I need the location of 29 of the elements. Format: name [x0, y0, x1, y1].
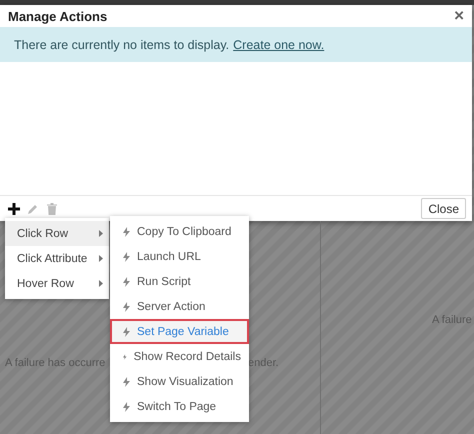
lightning-icon — [123, 326, 130, 336]
close-button[interactable]: Close — [421, 198, 466, 219]
caret-icon — [99, 255, 103, 262]
lightning-icon — [123, 302, 130, 312]
menu-item[interactable]: Run Script — [110, 269, 249, 294]
menu-item[interactable]: Launch URL — [110, 244, 249, 269]
close-icon[interactable]: × — [454, 6, 464, 26]
menu-item[interactable]: Show Record Details — [110, 344, 249, 369]
menu-item[interactable]: Copy To Clipboard — [110, 219, 249, 244]
menu-item[interactable]: Switch To Page — [110, 394, 249, 419]
plus-icon — [8, 202, 20, 214]
menu-item[interactable]: Show Visualization — [110, 369, 249, 394]
lightning-icon — [123, 276, 130, 286]
menu-item[interactable]: Click Attribute — [5, 246, 109, 271]
dialog-title: Manage Actions — [8, 8, 108, 24]
menu-item[interactable]: Server Action — [110, 294, 249, 319]
lightning-icon — [123, 226, 130, 236]
caret-icon — [99, 280, 103, 287]
menu-item[interactable]: Hover Row — [5, 271, 109, 296]
lightning-icon — [123, 376, 130, 386]
pencil-icon — [27, 202, 39, 214]
lightning-icon — [123, 402, 130, 412]
menu-item[interactable]: Set Page Variable — [110, 319, 249, 344]
lightning-icon — [123, 252, 130, 262]
create-link[interactable]: Create one now. — [233, 38, 324, 52]
caret-icon — [99, 230, 103, 237]
alert-text: There are currently no items to display. — [14, 38, 230, 52]
trash-icon — [47, 202, 57, 214]
menu-item[interactable]: Click Row — [5, 221, 109, 246]
